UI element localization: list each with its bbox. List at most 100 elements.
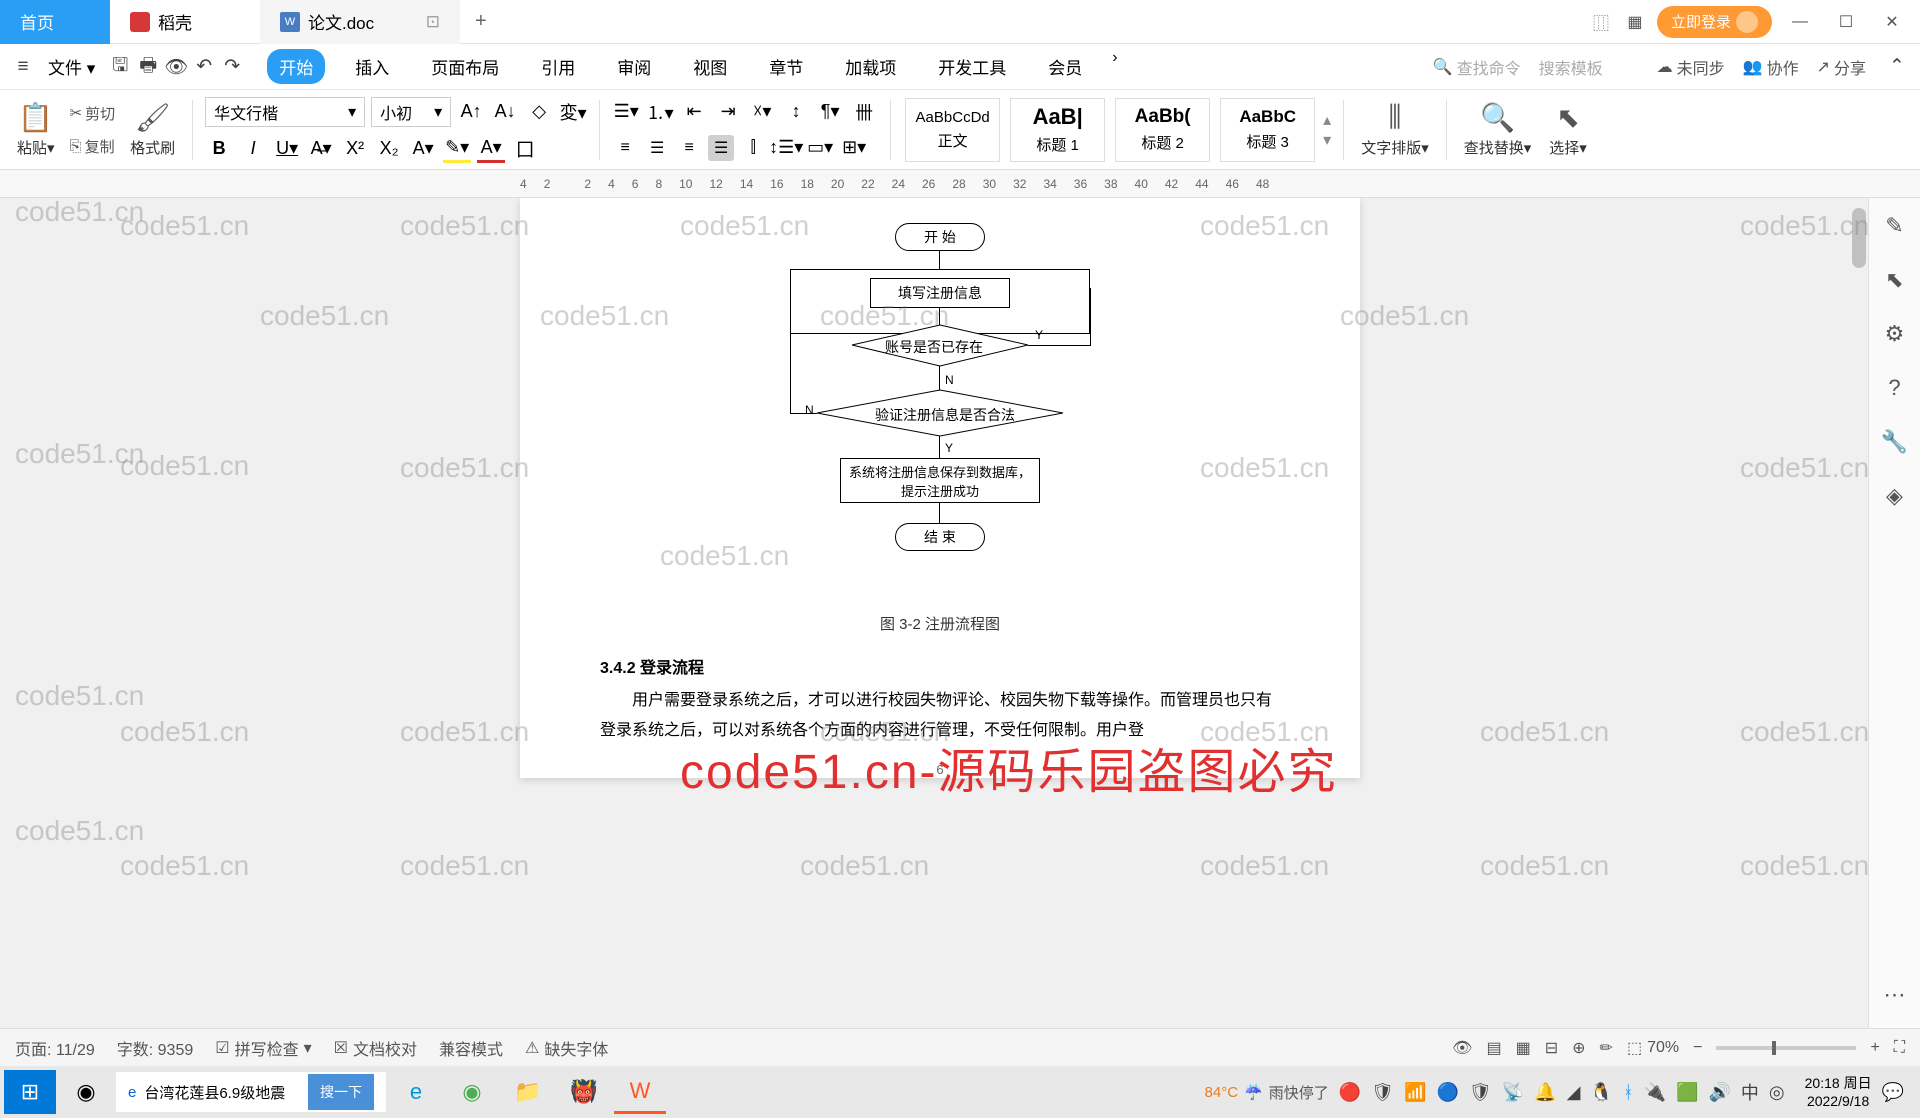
font-select[interactable]: 华文行楷▾ — [205, 97, 365, 127]
numbering-button[interactable]: ⒈▾ — [646, 98, 674, 126]
page-indicator[interactable]: 页面: 11/29 — [15, 1036, 95, 1060]
start-button[interactable]: ⊞ — [4, 1070, 56, 1114]
view-web-icon[interactable]: ⊟ — [1545, 1038, 1558, 1058]
superscript-button[interactable]: X² — [341, 135, 369, 163]
copy-button[interactable]: ⎘ 复制 — [68, 134, 118, 159]
undo-icon[interactable]: ↶ — [191, 54, 217, 80]
tab-section[interactable]: 章节 — [757, 49, 815, 84]
tray-icon[interactable]: ◢ — [1567, 1082, 1581, 1103]
styles-more[interactable]: ▴▾ — [1323, 110, 1331, 150]
distribute-button[interactable]: ⫿ — [740, 135, 766, 161]
file-menu[interactable]: 文件 ▾ — [38, 54, 105, 79]
text-layout-group[interactable]: ⫼文字排版▾ — [1356, 101, 1434, 158]
tab-add-button[interactable]: + — [460, 10, 502, 33]
tray-icon[interactable]: 🛡 — [1371, 1082, 1394, 1103]
collapse-icon[interactable]: ⌃ — [1884, 54, 1910, 80]
weather-widget[interactable]: 84°C ☔ 雨快停了 — [1205, 1082, 1329, 1103]
sync-status[interactable]: ☁ 未同步 — [1657, 55, 1725, 79]
help-icon[interactable]: ? — [1888, 375, 1900, 401]
app-dark-icon[interactable]: 👹 — [558, 1070, 610, 1114]
tray-icon[interactable]: 🔌 — [1644, 1082, 1666, 1103]
tray-icon[interactable]: 🟩 — [1676, 1082, 1698, 1103]
view-outline-icon[interactable]: ▦ — [1516, 1038, 1531, 1058]
size-select[interactable]: 小初▾ — [371, 97, 451, 127]
missing-fonts[interactable]: ⚠ 缺失字体 — [525, 1036, 608, 1060]
borders-button[interactable]: ⊞▾ — [840, 134, 868, 162]
align-justify-button[interactable]: ☰ — [708, 135, 734, 161]
font-color-button[interactable]: A▾ — [477, 135, 505, 163]
char-border-button[interactable]: 囗 — [511, 135, 539, 163]
scroll-thumb[interactable] — [1852, 208, 1866, 268]
tray-bluetooth-icon[interactable]: ᚼ — [1623, 1082, 1634, 1103]
proofing-button[interactable]: ☒ 文档校对 — [334, 1036, 417, 1060]
shading-button[interactable]: ▭▾ — [806, 134, 834, 162]
tab-start[interactable]: 开始 — [267, 49, 325, 84]
print-icon[interactable]: 🖶 — [135, 54, 161, 80]
zoom-in-button[interactable]: + — [1870, 1039, 1879, 1057]
more-icon[interactable]: ⋯ — [1884, 982, 1906, 1008]
preview-icon[interactable]: 👁 — [163, 54, 189, 80]
align-right-button[interactable]: ≡ — [676, 135, 702, 161]
view-page-icon[interactable]: ▤ — [1486, 1038, 1501, 1058]
cortana-icon[interactable]: ◉ — [60, 1070, 112, 1114]
tray-volume-icon[interactable]: 🔊 — [1709, 1082, 1731, 1103]
tray-ime-icon[interactable]: 中 — [1741, 1079, 1759, 1105]
save-icon[interactable]: 🖫 — [107, 54, 133, 80]
tab-review[interactable]: 审阅 — [605, 49, 663, 84]
tab-document[interactable]: W论文.doc⊡ — [260, 0, 460, 44]
close-button[interactable]: ✕ — [1874, 4, 1910, 40]
italic-button[interactable]: I — [239, 135, 267, 163]
app-green-icon[interactable]: ◉ — [446, 1070, 498, 1114]
tab-dev[interactable]: 开发工具 — [926, 49, 1018, 84]
tray-icon[interactable]: ◎ — [1769, 1082, 1785, 1103]
tray-icon[interactable]: 📶 — [1404, 1082, 1426, 1103]
find-replace-group[interactable]: 🔍查找替换▾ — [1459, 101, 1537, 158]
sort-button[interactable]: ↕ — [782, 98, 810, 126]
explorer-icon[interactable]: 📁 — [502, 1070, 554, 1114]
tab-home[interactable]: 首页 — [0, 0, 110, 44]
edit-icon[interactable]: ✏ — [1600, 1038, 1613, 1058]
search-command[interactable]: 🔍 查找命令 — [1433, 55, 1521, 79]
tray-icon[interactable]: 🐧 — [1590, 1082, 1612, 1103]
indent-inc-button[interactable]: ⇥ — [714, 98, 742, 126]
tray-bell-icon[interactable]: 🔔 — [1534, 1082, 1556, 1103]
paste-label[interactable]: 粘贴▾ — [17, 137, 55, 158]
cut-button[interactable]: ✂ 剪切 — [68, 101, 118, 126]
style-h2[interactable]: AaBb(标题 2 — [1115, 98, 1210, 162]
text-effects-button[interactable]: A▾ — [409, 135, 437, 163]
spellcheck-button[interactable]: ☑ 拼写检查 ▾ — [215, 1036, 311, 1060]
compat-mode[interactable]: 兼容模式 — [439, 1036, 503, 1060]
grid-icon[interactable]: ▦ — [1623, 10, 1647, 34]
format-painter[interactable]: 🖌 格式刷 — [125, 101, 180, 158]
strike-button[interactable]: A̶▾ — [307, 135, 335, 163]
tab-stops-button[interactable]: 卌 — [850, 98, 878, 126]
tray-icon[interactable]: 🛡 — [1469, 1082, 1492, 1103]
pen-icon[interactable]: ✎ — [1885, 213, 1903, 239]
tray-icon[interactable]: 📡 — [1502, 1082, 1524, 1103]
search-btn[interactable]: 搜一下 — [308, 1074, 374, 1110]
tray-icon[interactable]: 🔴 — [1339, 1082, 1361, 1103]
style-h1[interactable]: AaB|标题 1 — [1010, 98, 1105, 162]
notifications-icon[interactable]: 💬 — [1882, 1082, 1904, 1103]
tab-view[interactable]: 视图 — [681, 49, 739, 84]
indent-dec-button[interactable]: ⇤ — [680, 98, 708, 126]
align-center-button[interactable]: ☰ — [644, 135, 670, 161]
eye-icon[interactable]: 👁 — [1452, 1038, 1472, 1058]
select-group[interactable]: ⬉选择▾ — [1544, 101, 1592, 158]
line-spacing-button[interactable]: ↕☰▾ — [772, 134, 800, 162]
login-button[interactable]: 立即登录 — [1657, 6, 1772, 38]
taskbar-clock[interactable]: 20:18 周日2022/9/18 — [1805, 1074, 1872, 1110]
share-button[interactable]: ↗ 分享 — [1817, 55, 1866, 79]
vertical-scrollbar[interactable] — [1850, 198, 1868, 1028]
tab-layout[interactable]: 页面布局 — [419, 49, 511, 84]
phonetic-icon[interactable]: 変▾ — [559, 98, 587, 126]
tab-doke[interactable]: 稻壳 — [110, 0, 260, 44]
show-marks-button[interactable]: ¶▾ — [816, 98, 844, 126]
diamond-icon[interactable]: ◈ — [1886, 483, 1903, 509]
view-read-icon[interactable]: ⊕ — [1572, 1038, 1585, 1058]
word-count[interactable]: 字数: 9359 — [117, 1036, 194, 1060]
zoom-slider[interactable] — [1716, 1046, 1856, 1050]
search-template[interactable]: 搜索模板 — [1539, 55, 1639, 79]
asian-layout-button[interactable]: ☓▾ — [748, 98, 776, 126]
maximize-button[interactable]: ☐ — [1828, 4, 1864, 40]
